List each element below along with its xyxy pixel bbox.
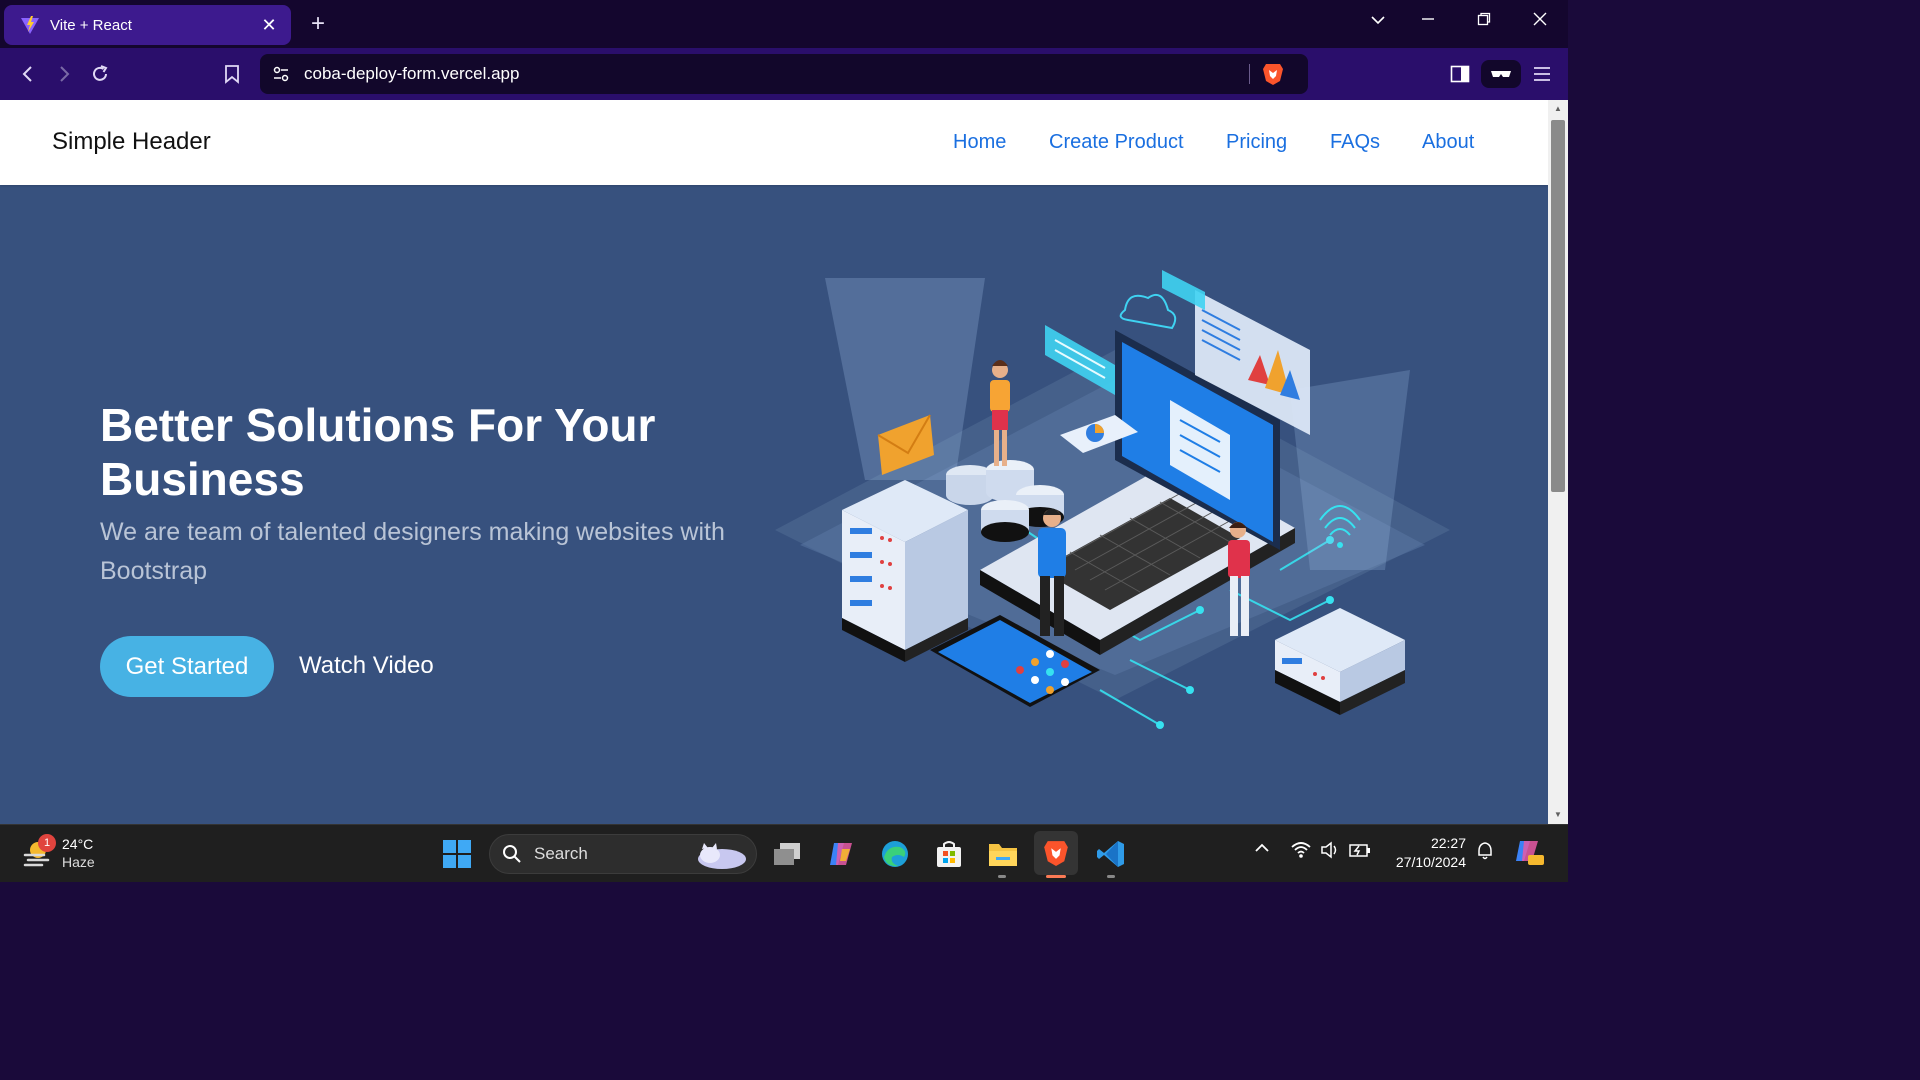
menu-icon[interactable] (1530, 62, 1554, 86)
haze-weather-icon: 1 (22, 834, 56, 868)
address-bar[interactable]: coba-deploy-form.vercel.app (260, 54, 1308, 94)
wifi-icon[interactable] (1290, 841, 1312, 864)
nav-home[interactable]: Home (953, 131, 1006, 154)
bookmark-icon[interactable] (220, 62, 244, 86)
show-hidden-icons-chevron-icon[interactable] (1254, 841, 1270, 859)
hero-illustration (775, 270, 1450, 729)
scroll-down-arrow-icon[interactable]: ▼ (1552, 810, 1564, 820)
forward-icon[interactable] (52, 62, 76, 86)
watch-video-button[interactable]: Watch Video (299, 652, 434, 680)
restore-icon[interactable] (1472, 12, 1496, 31)
task-view-icon[interactable] (770, 837, 804, 871)
back-icon[interactable] (16, 62, 40, 86)
edge-icon[interactable] (878, 837, 912, 871)
vpn-glasses-icon[interactable] (1481, 60, 1521, 88)
volume-icon[interactable] (1320, 841, 1340, 864)
notification-bell-icon[interactable] (1476, 841, 1494, 866)
nav-faqs[interactable]: FAQs (1330, 131, 1380, 154)
tab-title: Vite + React (50, 16, 132, 34)
file-explorer-running-indicator (998, 875, 1006, 878)
search-icon (503, 845, 521, 863)
hero-subtitle: We are team of talented designers making… (100, 518, 725, 585)
nav-create-product[interactable]: Create Product (1049, 131, 1184, 154)
site-settings-icon[interactable] (272, 65, 290, 83)
battery-charging-icon[interactable] (1348, 841, 1372, 864)
vite-logo-icon (21, 16, 39, 34)
tab-search-chevron-icon[interactable] (1366, 12, 1390, 30)
reload-icon[interactable] (88, 62, 112, 86)
windows-taskbar: 1 24°C Haze Search 22:27 27/10/2024 (0, 824, 1568, 882)
clock-time: 22:27 (1430, 835, 1466, 851)
nav-pricing[interactable]: Pricing (1226, 131, 1287, 154)
browser-tab-bar: Vite + React ✕ + (0, 0, 1568, 48)
brave-active-indicator (1046, 875, 1066, 878)
close-window-icon[interactable] (1528, 12, 1552, 31)
vscode-running-indicator (1107, 875, 1115, 878)
url-text: coba-deploy-form.vercel.app (304, 64, 520, 83)
copilot-pre-icon[interactable] (1514, 837, 1544, 872)
weather-condition: Haze (62, 854, 95, 870)
site-brand[interactable]: Simple Header (52, 128, 211, 156)
hero-title: Better Solutions For Your Business (100, 399, 656, 505)
minimize-icon[interactable] (1416, 12, 1440, 31)
get-started-button[interactable]: Get Started (100, 636, 274, 697)
new-tab-icon[interactable]: + (306, 10, 330, 38)
weather-badge: 1 (38, 834, 56, 852)
weather-widget[interactable]: 1 24°C Haze (22, 834, 95, 871)
file-explorer-icon[interactable] (986, 837, 1020, 871)
vscode-icon[interactable] (1094, 837, 1128, 871)
search-highlight-cat-icon (698, 843, 746, 869)
copilot-icon[interactable] (824, 837, 858, 871)
browser-toolbar: coba-deploy-form.vercel.app (0, 48, 1568, 100)
close-tab-icon[interactable]: ✕ (259, 15, 279, 36)
web-page: Simple Header Home Create Product Pricin… (0, 100, 1548, 824)
system-clock[interactable]: 22:27 27/10/2024 (1386, 834, 1466, 872)
site-header: Simple Header Home Create Product Pricin… (0, 100, 1548, 185)
browser-tab[interactable]: Vite + React ✕ (4, 5, 291, 45)
microsoft-store-icon[interactable] (932, 837, 966, 871)
clock-date: 27/10/2024 (1395, 854, 1466, 870)
sidebar-toggle-icon[interactable] (1448, 62, 1472, 86)
search-placeholder: Search (534, 844, 588, 863)
brave-icon[interactable] (1034, 831, 1078, 875)
brave-shields-icon[interactable] (1262, 62, 1284, 86)
scroll-up-arrow-icon[interactable]: ▲ (1552, 104, 1564, 114)
nav-about[interactable]: About (1422, 131, 1474, 154)
url-separator (1249, 64, 1250, 84)
taskbar-search-box[interactable]: Search (489, 834, 757, 874)
weather-temperature: 24°C (62, 836, 94, 852)
start-icon[interactable] (440, 837, 474, 871)
scrollbar-thumb[interactable] (1551, 120, 1565, 492)
